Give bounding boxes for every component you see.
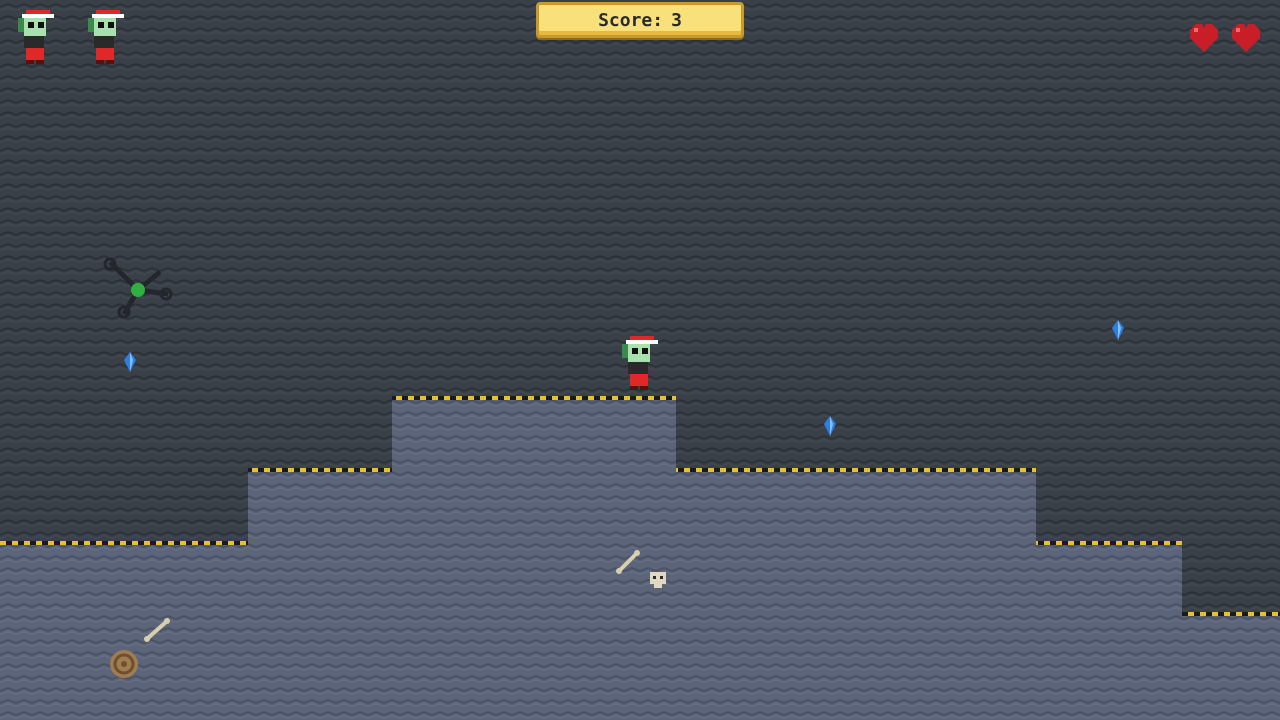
game-stage (0, 0, 1280, 720)
ledge-edge (0, 541, 248, 545)
ledge-edge (392, 396, 676, 400)
ledge-edge (1036, 541, 1182, 545)
score-label: Score: (598, 9, 664, 31)
ledge-edge (248, 468, 392, 472)
ledge-edge (676, 468, 1036, 472)
score-panel: Score: 3 (536, 2, 744, 38)
ledge-edge (1182, 612, 1280, 616)
score-value: 3 (671, 9, 682, 31)
snail-shell-icon (110, 650, 138, 678)
